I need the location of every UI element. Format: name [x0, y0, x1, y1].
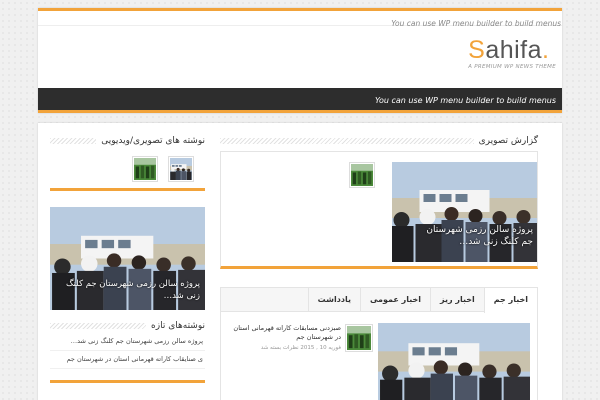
tab-brief-news[interactable]: اخبار ریز — [430, 288, 484, 312]
logo-tagline: A PREMIUM WP NEWS THEME — [468, 64, 556, 70]
tab-bar: اخبار جم اخبار ریز اخبار عمومی یادداشت — [221, 288, 537, 313]
gallery-main-photo[interactable]: پروژه سالن رزمی شهرستان جم كلنگ زنی شد… — [392, 162, 537, 262]
video-block-title: نوشته های تصویری/ویدیویی — [50, 135, 205, 147]
site-header: You can use WP menu builder to build men… — [38, 8, 562, 113]
recent-post-item[interactable]: پروژه سالن رزمی شهرستان جم كلنگ زنی شد… — [50, 333, 205, 351]
main-nav-text[interactable]: You can use WP menu builder to build men… — [375, 96, 556, 105]
recent-post-item[interactable]: ی صنایقاب کاراته قهرمانی استان در شهرستا… — [50, 351, 205, 369]
logo-letter: S — [468, 36, 486, 64]
tab-featured-photo[interactable] — [378, 323, 530, 400]
top-menu-text[interactable]: You can use WP menu builder to build men… — [391, 19, 561, 28]
tabs-block: اخبار جم اخبار ریز اخبار عمومی یادداشت ص… — [220, 287, 538, 400]
main-content: گزارش تصویری پروژه سالن رزمی شهرستان جم … — [38, 123, 562, 400]
recent-posts-title-text: نوشته‌های تازه — [146, 320, 205, 332]
tab-general-news[interactable]: اخبار عمومی — [359, 288, 430, 312]
recent-posts-title: نوشته‌های تازه — [50, 320, 205, 332]
tab-jam-news[interactable]: اخبار جم — [483, 288, 537, 313]
gallery-title-text: گزارش تصویری — [473, 135, 538, 147]
logo-rest: ahifa — [485, 36, 543, 64]
site-logo[interactable]: Sahifa. A PREMIUM WP NEWS THEME — [468, 36, 556, 70]
main-nav: You can use WP menu builder to build men… — [38, 88, 562, 113]
logo-dot: . — [542, 36, 550, 64]
gallery-block: پروژه سالن رزمی شهرستان جم كلنگ زنی شد… — [220, 151, 538, 269]
video-thumb-photo[interactable] — [168, 156, 194, 182]
recent-posts-list: پروژه سالن رزمی شهرستان جم كلنگ زنی شد… … — [50, 333, 205, 383]
tab-notes[interactable]: یادداشت — [307, 288, 360, 312]
sidebar-photo-caption[interactable]: پروژه سالن رزمی شهرستان جم كلنگ زنی شد… — [55, 278, 200, 302]
video-thumbs — [50, 151, 205, 191]
tab-post-thumb[interactable] — [345, 324, 373, 352]
gallery-caption[interactable]: پروژه سالن رزمی شهرستان جم كلنگ زنی شد… — [413, 224, 533, 248]
tab-post: صبزدنی مسابقات کاراته قهرمانی استان در ش… — [233, 324, 373, 352]
video-thumb-green[interactable] — [132, 156, 158, 182]
video-block-title-text: نوشته های تصویری/ویدیویی — [96, 135, 205, 147]
gallery-title: گزارش تصویری — [220, 135, 538, 147]
sidebar-photo[interactable]: پروژه سالن رزمی شهرستان جم كلنگ زنی شد… — [50, 207, 205, 310]
top-menu: You can use WP menu builder to build men… — [38, 11, 562, 28]
gallery-thumb[interactable] — [349, 162, 375, 188]
